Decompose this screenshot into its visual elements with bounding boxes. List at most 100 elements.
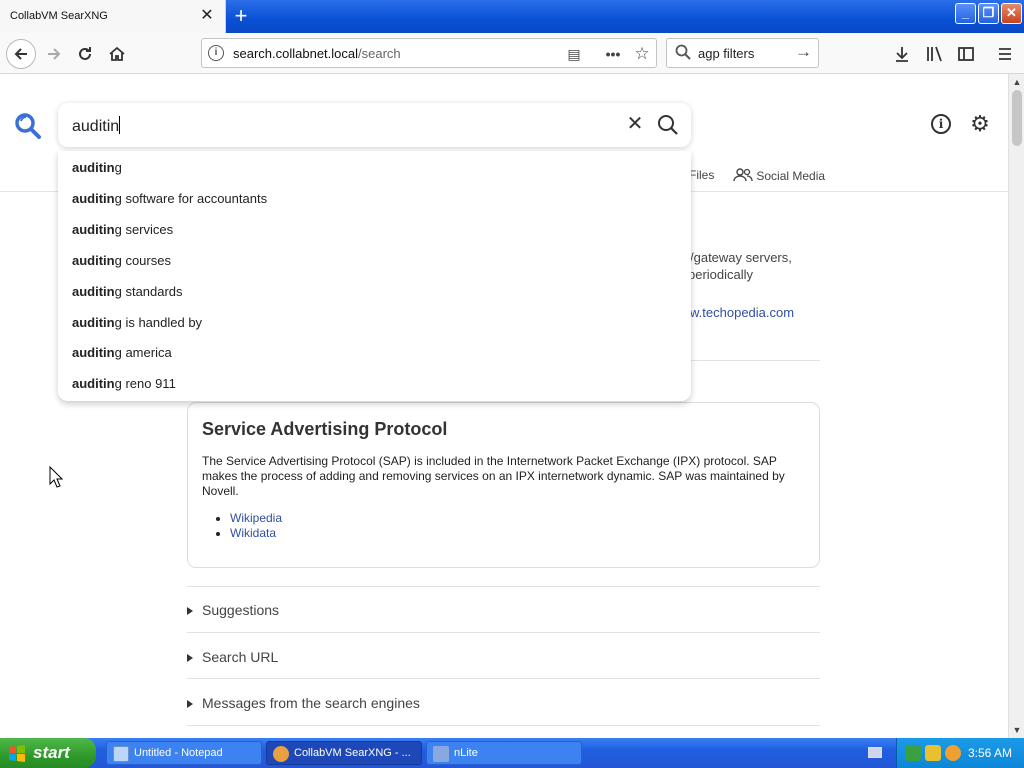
taskbar: start Untitled - Notepad CollabVM SearXN… [0, 738, 1024, 768]
expand-triangle-icon [187, 607, 193, 615]
browser-search-text[interactable]: agp filters [698, 46, 754, 61]
scroll-down-icon[interactable]: ▼ [1009, 722, 1024, 738]
autocomplete-rest: g america [114, 345, 172, 360]
library-icon [927, 46, 942, 62]
searxng-logo-icon[interactable] [14, 112, 42, 140]
tab-close-icon[interactable]: ✕ [199, 7, 215, 25]
back-button[interactable] [6, 39, 36, 69]
people-icon [733, 168, 753, 182]
close-window-button[interactable]: ✕ [1001, 3, 1022, 24]
section-label: Suggestions [202, 602, 280, 618]
taskbar-item-browser[interactable]: CollabVM SearXNG - ... [266, 741, 422, 765]
suggestions-section[interactable]: Suggestions [187, 602, 279, 618]
minimize-button[interactable]: _ [955, 3, 976, 24]
category-social-media-label: Social Media [756, 169, 826, 183]
scroll-up-icon[interactable]: ▲ [1009, 74, 1024, 90]
answer-text-line: /gateway servers, [690, 250, 792, 265]
wikidata-link[interactable]: Wikidata [230, 526, 276, 540]
security-icon[interactable] [925, 745, 941, 761]
page-content: auditin ✕ i ⚙ Files Social Media /gatewa… [0, 74, 1008, 738]
info-icon[interactable]: i [931, 114, 951, 134]
address-bar[interactable]: i search.collabnet.local/search ▤ ••• ☆ [201, 38, 657, 68]
autocomplete-item[interactable]: auditing standards [72, 284, 183, 299]
maximize-button[interactable]: ❐ [978, 3, 999, 24]
clear-search-icon[interactable]: ✕ [624, 113, 646, 135]
bookmark-star-icon[interactable]: ☆ [631, 43, 653, 65]
home-icon [109, 46, 125, 61]
url-text[interactable]: search.collabnet.local/search [233, 46, 401, 61]
scroll-thumb[interactable] [1012, 90, 1022, 146]
infobox: Service Advertising Protocol The Service… [187, 402, 820, 568]
clock: 3:56 AM [968, 746, 1013, 760]
autocomplete-item[interactable]: auditing is handled by [72, 315, 202, 330]
search-submit-icon[interactable] [656, 113, 680, 137]
category-files[interactable]: Files [689, 168, 714, 182]
title-bar: CollabVM SearXNG ✕ + _ ❐ ✕ [0, 0, 1024, 33]
downloads-button[interactable] [889, 41, 915, 67]
expand-triangle-icon [187, 700, 193, 708]
search-box[interactable]: auditin ✕ [58, 103, 691, 147]
autocomplete-item[interactable]: auditing courses [72, 253, 171, 268]
autocomplete-item[interactable]: auditing [72, 160, 122, 175]
search-query-text: auditin [72, 118, 120, 135]
reader-view-icon[interactable]: ▤ [563, 43, 585, 65]
keyboard-icon[interactable] [868, 747, 882, 758]
engine-messages-section[interactable]: Messages from the search engines [187, 695, 420, 711]
library-button[interactable] [921, 41, 947, 67]
url-host: search.collabnet.local [233, 46, 359, 61]
autocomplete-rest: g reno 911 [114, 376, 176, 391]
autocomplete-match: auditin [72, 315, 115, 330]
category-social-media[interactable]: Social Media [733, 168, 825, 183]
forward-button[interactable] [41, 41, 67, 67]
autocomplete-match: auditin [72, 222, 115, 237]
new-tab-button[interactable]: + [229, 4, 253, 28]
autocomplete-rest: g services [114, 222, 174, 237]
download-icon [896, 47, 908, 62]
search-go-arrow-icon[interactable]: → [795, 42, 812, 62]
wikipedia-link[interactable]: Wikipedia [230, 511, 282, 525]
nlite-icon [433, 746, 449, 762]
infobox-link-item: Wikidata [230, 526, 282, 541]
url-path: /search [358, 46, 401, 61]
tab-title: CollabVM SearXNG [10, 10, 108, 22]
browser-tab[interactable]: CollabVM SearXNG ✕ [0, 0, 226, 33]
divider [187, 586, 820, 587]
search-icon [675, 44, 691, 64]
sidebar-button[interactable] [953, 41, 979, 67]
browser-search-bar[interactable]: agp filters → [666, 38, 819, 68]
section-label: Search URL [202, 649, 279, 665]
site-info-icon[interactable]: i [208, 45, 224, 61]
autocomplete-item[interactable]: auditing services [72, 222, 173, 237]
autocomplete-item[interactable]: auditing software for accountants [72, 191, 267, 206]
browser-icon [273, 746, 289, 762]
reload-button[interactable] [72, 41, 98, 67]
forward-arrow-icon [48, 48, 61, 60]
home-button[interactable] [104, 41, 130, 67]
preferences-gear-icon[interactable]: ⚙ [968, 112, 992, 136]
divider [187, 632, 820, 633]
search-url-section[interactable]: Search URL [187, 649, 278, 665]
taskbar-item-label: CollabVM SearXNG - ... [294, 747, 411, 759]
taskbar-item-nlite[interactable]: nLite [426, 741, 582, 765]
section-label: Messages from the search engines [202, 695, 420, 711]
vertical-scrollbar[interactable]: ▲ ▼ [1008, 74, 1024, 738]
infobox-link-item: Wikipedia [230, 511, 282, 526]
mouse-pointer-icon [49, 466, 63, 488]
start-button[interactable]: start [0, 738, 96, 768]
infobox-links: Wikipedia Wikidata [230, 511, 282, 541]
infobox-title: Service Advertising Protocol [202, 419, 448, 439]
autocomplete-item[interactable]: auditing reno 911 [72, 376, 176, 391]
network-icon[interactable] [905, 745, 921, 761]
taskbar-item-notepad[interactable]: Untitled - Notepad [106, 741, 262, 765]
autocomplete-rest: g software for accountants [114, 191, 268, 206]
autocomplete-item[interactable]: auditing america [72, 345, 172, 360]
menu-button[interactable] [992, 41, 1018, 67]
page-actions-icon[interactable]: ••• [602, 43, 624, 65]
back-arrow-icon [14, 48, 27, 60]
answer-source-link[interactable]: w.techopedia.com [690, 305, 794, 320]
infobox-description: The Service Advertising Protocol (SAP) i… [202, 454, 785, 498]
search-tray-icon[interactable] [945, 745, 961, 761]
autocomplete-rest: g is handled by [114, 315, 203, 330]
answer-text-line: periodically [688, 267, 754, 282]
search-input[interactable]: auditin [72, 116, 121, 136]
